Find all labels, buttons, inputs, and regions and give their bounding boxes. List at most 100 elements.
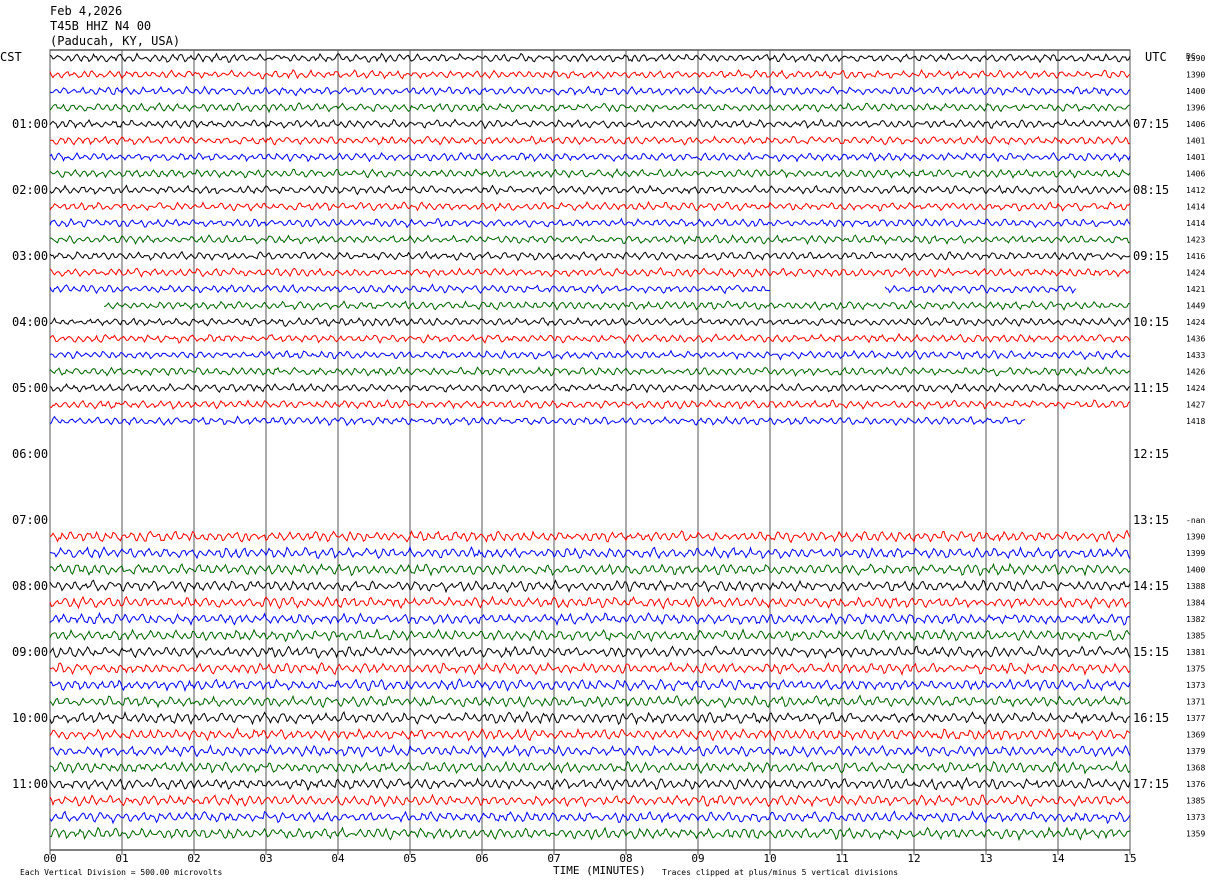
trace-line bbox=[49, 118, 1131, 130]
trace-line bbox=[49, 85, 1131, 97]
trace-line bbox=[49, 332, 1131, 345]
right-timezone-label: UTC bbox=[1145, 50, 1167, 64]
trace-line bbox=[49, 382, 1131, 394]
dc-value-label: 1436 bbox=[1186, 335, 1205, 344]
right-hour-label: 17:15 bbox=[1133, 777, 1169, 791]
dc-value-label: 1416 bbox=[1186, 252, 1205, 261]
x-tick-label: 00 bbox=[43, 852, 56, 865]
trace-line bbox=[50, 316, 1131, 328]
dc-value-label: 1376 bbox=[1186, 780, 1205, 789]
trace-line bbox=[49, 349, 1131, 361]
x-tick-label: 10 bbox=[763, 852, 776, 865]
trace-line bbox=[49, 102, 1131, 114]
dc-value-label: 1406 bbox=[1186, 170, 1205, 179]
trace-line bbox=[49, 579, 1131, 594]
x-tick-label: 14 bbox=[1051, 852, 1065, 865]
right-hour-label: 10:15 bbox=[1133, 315, 1169, 329]
dc-value-label: 1414 bbox=[1186, 219, 1205, 228]
dc-value-label: 1390 bbox=[1186, 533, 1205, 542]
dc-header-label: DC bbox=[1186, 52, 1196, 61]
trace-line bbox=[49, 366, 1131, 378]
trace-line bbox=[49, 628, 1131, 643]
trace-line bbox=[49, 52, 1131, 64]
trace-line bbox=[49, 399, 1131, 410]
x-tick-label: 06 bbox=[475, 852, 488, 865]
dc-value-label: 1373 bbox=[1186, 681, 1205, 690]
dc-value-label: 1379 bbox=[1186, 747, 1205, 756]
trace-line bbox=[49, 776, 1131, 792]
x-tick-label: 09 bbox=[691, 852, 704, 865]
x-tick-label: 05 bbox=[403, 852, 416, 865]
dc-value-label: 1396 bbox=[1186, 104, 1205, 113]
dc-value-label: -nan bbox=[1186, 516, 1205, 525]
dc-value-label: 1423 bbox=[1186, 236, 1205, 245]
left-hour-label: 07:00 bbox=[12, 513, 48, 527]
dc-value-label: 1421 bbox=[1186, 285, 1205, 294]
dc-value-label: 1406 bbox=[1186, 120, 1205, 129]
x-tick-label: 01 bbox=[115, 852, 128, 865]
trace-line bbox=[50, 234, 1131, 246]
trace-line bbox=[49, 545, 1131, 560]
trace-line bbox=[49, 678, 1131, 693]
dc-value-label: 1449 bbox=[1186, 302, 1205, 311]
dc-value-label: 1384 bbox=[1186, 599, 1205, 608]
dc-value-label: 1427 bbox=[1186, 401, 1205, 410]
trace-line bbox=[49, 611, 1131, 627]
trace-line bbox=[49, 793, 1131, 808]
right-hour-label: 07:15 bbox=[1133, 117, 1169, 131]
left-hour-label: 02:00 bbox=[12, 183, 48, 197]
dc-value-label: 1424 bbox=[1186, 269, 1205, 278]
right-hour-label: 08:15 bbox=[1133, 183, 1169, 197]
trace-line bbox=[49, 644, 1131, 659]
trace-line bbox=[49, 810, 1131, 825]
right-hour-label: 14:15 bbox=[1133, 579, 1169, 593]
x-tick-label: 11 bbox=[835, 852, 848, 865]
dc-value-label: 1400 bbox=[1186, 566, 1205, 575]
trace-line bbox=[49, 68, 1131, 80]
dc-value-label: 1426 bbox=[1186, 368, 1205, 377]
seismic-traces bbox=[49, 52, 1131, 842]
right-hour-label: 13:15 bbox=[1133, 513, 1169, 527]
dc-value-label: 1401 bbox=[1186, 153, 1205, 162]
helicorder-plot: 00 01 02 03 04 05 06 07 08 09 10 11 12 13 14 1501:0002:… bbox=[0, 49, 1205, 877]
dc-value-label: 1414 bbox=[1186, 203, 1205, 212]
trace-line bbox=[49, 250, 1131, 262]
dc-value-label: 1424 bbox=[1186, 384, 1205, 393]
dc-value-label: 1381 bbox=[1186, 648, 1205, 657]
clip-note: Traces clipped at plus/minus 5 vertical … bbox=[662, 868, 898, 877]
left-hour-label: 06:00 bbox=[12, 447, 48, 461]
trace-line bbox=[49, 415, 1026, 427]
dc-value-label: 1433 bbox=[1186, 351, 1205, 360]
left-timezone-label: CST bbox=[0, 50, 22, 64]
axis-labels: 00 01 02 03 04 05 06 07 08 09 10 11 12 13 14 1501:0002:… bbox=[12, 54, 1205, 865]
dc-value-label: 1400 bbox=[1186, 87, 1205, 96]
left-hour-label: 10:00 bbox=[12, 711, 48, 725]
right-hour-label: 15:15 bbox=[1133, 645, 1169, 659]
x-tick-label: 03 bbox=[259, 852, 272, 865]
x-tick-label: 04 bbox=[331, 852, 345, 865]
left-hour-label: 11:00 bbox=[12, 777, 48, 791]
dc-value-label: 1359 bbox=[1186, 830, 1205, 839]
x-tick-label: 15 bbox=[1123, 852, 1136, 865]
dc-value-label: 1412 bbox=[1186, 186, 1205, 195]
trace-line bbox=[49, 267, 1130, 279]
trace-line bbox=[49, 217, 1131, 229]
x-axis-title: TIME (MINUTES) bbox=[553, 864, 646, 877]
x-tick-label: 13 bbox=[979, 852, 992, 865]
left-hour-label: 09:00 bbox=[12, 645, 48, 659]
plot-frame bbox=[49, 49, 1131, 851]
trace-line bbox=[49, 184, 1131, 196]
vertical-division-note: Each Vertical Division = 500.00 microvol… bbox=[20, 868, 222, 877]
trace-line bbox=[49, 595, 1131, 610]
trace-line bbox=[49, 661, 1131, 677]
dc-value-label: 1388 bbox=[1186, 582, 1205, 591]
trace-line bbox=[49, 826, 1131, 842]
dc-value-label: 1382 bbox=[1186, 615, 1205, 624]
dc-value-label: 1368 bbox=[1186, 764, 1205, 773]
dc-value-label: 1399 bbox=[1186, 549, 1205, 558]
trace-line bbox=[49, 710, 1131, 726]
dc-value-label: 1375 bbox=[1186, 665, 1205, 674]
trace-line bbox=[49, 727, 1131, 742]
dc-value-label: 1377 bbox=[1186, 714, 1205, 723]
trace-line bbox=[49, 200, 1131, 212]
